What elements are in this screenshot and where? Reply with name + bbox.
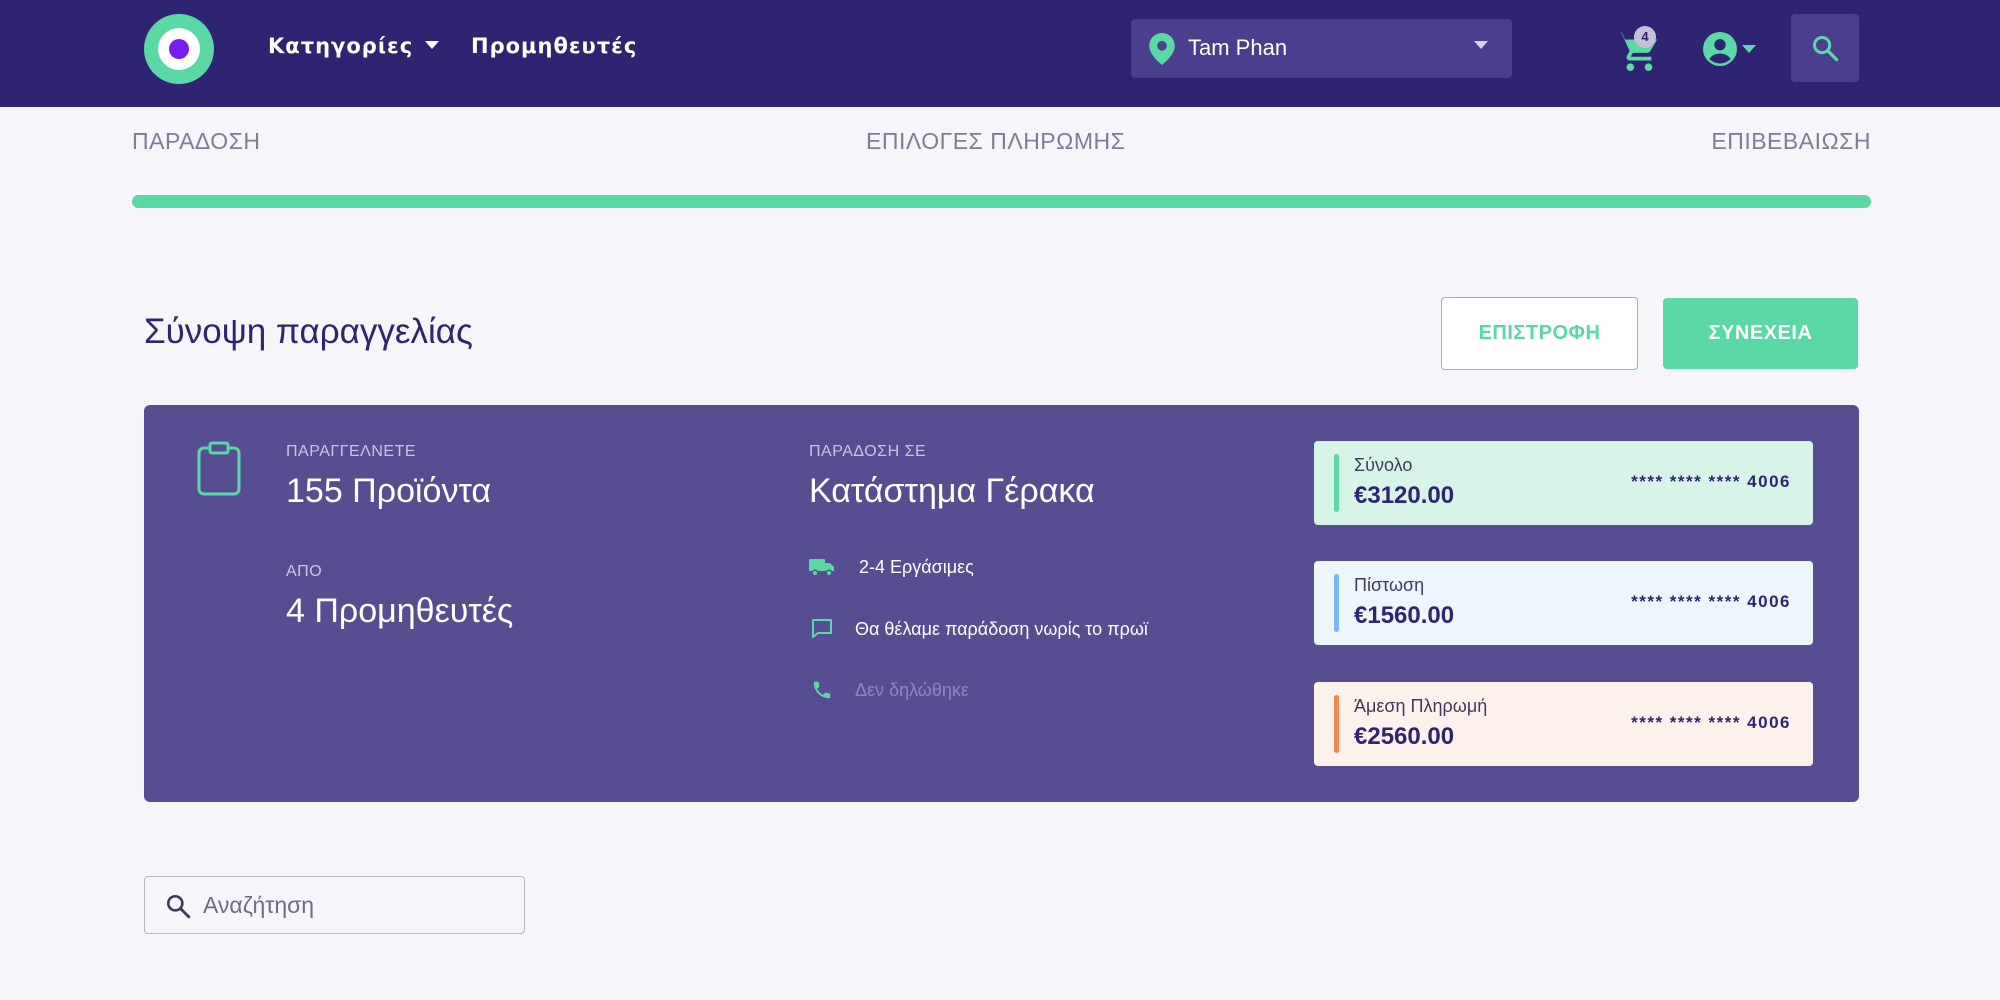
payment-amount: €3120.00: [1354, 482, 1455, 509]
location-value: Tam Phan: [1188, 35, 1288, 60]
products-count: 155 Προϊόντα: [286, 472, 492, 510]
card-number: **** **** **** 4006: [1631, 592, 1791, 611]
back-button[interactable]: ΕΠΙΣΤΡΟΦΗ: [1441, 297, 1638, 370]
nav-categories[interactable]: Κατηγορίες: [268, 34, 440, 58]
search-input[interactable]: [203, 887, 503, 923]
phone-icon: [809, 678, 835, 702]
card-number: **** **** **** 4006: [1631, 713, 1791, 732]
chevron-down-icon: [1474, 41, 1488, 49]
order-summary-card: ΠΑΡΑΓΓΕΛΝΕΤΕ 155 Προϊόντα ΑΠΟ 4 Προμηθευ…: [144, 405, 1859, 802]
delivery-store: Κατάστημα Γέρακα: [809, 472, 1095, 510]
step-payment-options[interactable]: ΕΠΙΛΟΓΕΣ ΠΛΗΡΩΜΗΣ: [866, 128, 1125, 155]
logo-ring: [158, 28, 200, 70]
comment-icon: [809, 617, 835, 641]
phone-value: Δεν δηλώθηκε: [855, 679, 969, 700]
truck-icon: [809, 555, 835, 579]
logo[interactable]: [144, 14, 214, 84]
delivery-to-label: ΠΑΡΑΔΟΣΗ ΣΕ: [809, 443, 927, 460]
payment-total-card: Σύνολο €3120.00 **** **** **** 4006: [1314, 441, 1813, 525]
suppliers-count: 4 Προμηθευτές: [286, 592, 514, 630]
payment-credit-card: Πίστωση €1560.00 **** **** **** 4006: [1314, 561, 1813, 645]
nav-categories-label: Κατηγορίες: [268, 34, 414, 58]
progress-fill: [132, 195, 1871, 208]
delivery-days-row: 2-4 Εργάσιμες: [809, 555, 974, 579]
search-button[interactable]: [1791, 14, 1859, 82]
payment-name: Σύνολο: [1354, 455, 1413, 475]
step-confirmation[interactable]: ΕΠΙΒΕΒΑΙΩΣΗ: [1711, 128, 1871, 155]
payment-name: Πίστωση: [1354, 575, 1425, 595]
accent-bar: [1334, 695, 1339, 753]
payment-amount: €1560.00: [1354, 602, 1455, 629]
location-select[interactable]: Tam Phan: [1131, 19, 1512, 78]
account-caret-icon: [1742, 45, 1756, 53]
search-icon: [166, 894, 191, 919]
delivery-note-row: Θα θέλαμε παράδοση νωρίς το πρωϊ: [809, 617, 1148, 641]
cart-count-badge: 4: [1634, 26, 1656, 48]
delivery-days: 2-4 Εργάσιμες: [859, 556, 974, 577]
caret-down-icon: [425, 41, 440, 49]
accent-bar: [1334, 454, 1339, 512]
map-pin-icon: [1149, 33, 1175, 65]
card-number: **** **** **** 4006: [1631, 472, 1791, 491]
logo-dot: [169, 39, 189, 59]
step-delivery[interactable]: ΠΑΡΑΔΟΣΗ: [132, 128, 261, 155]
payment-name: Άμεση Πληρωμή: [1354, 696, 1488, 716]
progress-track: [132, 195, 1871, 208]
from-label: ΑΠΟ: [286, 563, 323, 580]
phone-row: Δεν δηλώθηκε: [809, 678, 969, 702]
accent-bar: [1334, 574, 1339, 632]
account-circle-icon: [1703, 32, 1737, 66]
continue-button[interactable]: ΣΥΝΕΧΕΙΑ: [1663, 298, 1858, 369]
search-field[interactable]: [144, 876, 525, 934]
delivery-note: Θα θέλαμε παράδοση νωρίς το πρωϊ: [855, 618, 1148, 639]
ordering-label: ΠΑΡΑΓΓΕΛΝΕΤΕ: [286, 443, 417, 460]
nav-suppliers[interactable]: Προμηθευτές: [471, 34, 637, 58]
top-navigation: Κατηγορίες Προμηθευτές Tam Phan 4: [0, 0, 2000, 107]
page-title: Σύνοψη παραγγελίας: [144, 312, 473, 351]
payment-direct-card: Άμεση Πληρωμή €2560.00 **** **** **** 40…: [1314, 682, 1813, 766]
payment-amount: €2560.00: [1354, 723, 1455, 750]
account-menu[interactable]: [1703, 31, 1759, 67]
clipboard-icon: [197, 441, 241, 496]
search-icon: [1812, 35, 1839, 62]
